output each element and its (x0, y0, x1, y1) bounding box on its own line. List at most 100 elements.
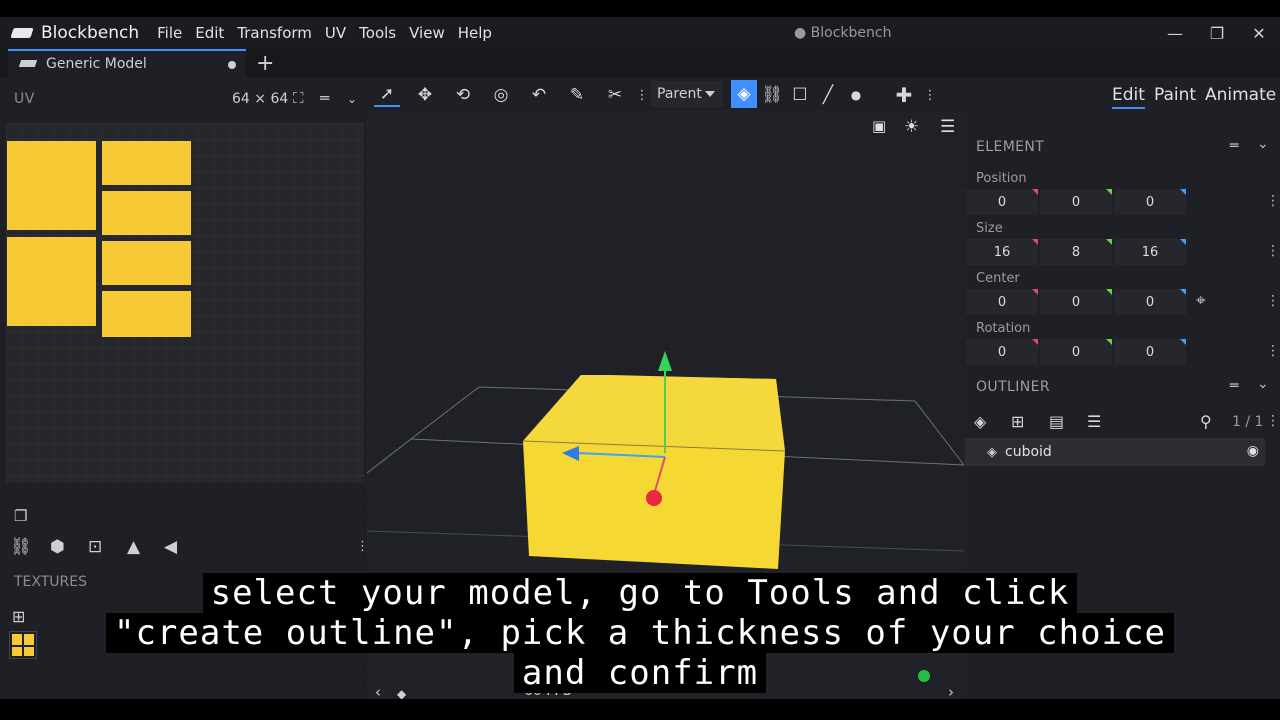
element-panel-title: ELEMENT (976, 139, 1045, 155)
brightness-icon[interactable]: ☀ (904, 117, 919, 137)
unsaved-dot-icon[interactable] (228, 61, 236, 69)
minimize-button[interactable]: — (1154, 17, 1196, 49)
copy-icon[interactable]: ❐ (14, 507, 27, 525)
search-icon[interactable]: ⚲ (1200, 412, 1212, 431)
uv-face[interactable] (102, 191, 191, 235)
move-tool-icon[interactable]: ➚ (374, 83, 400, 107)
position-z-value: 0 (1145, 194, 1155, 210)
auto-uv-icon[interactable]: ⬢ (50, 537, 65, 557)
mode-animate[interactable]: Animate (1205, 85, 1276, 105)
menu-help[interactable]: Help (454, 24, 501, 42)
panel-menu-icon[interactable]: ═ (320, 89, 329, 107)
fullscreen-icon[interactable]: ⛶ (293, 89, 304, 107)
more-icon[interactable]: ⋮ (1266, 293, 1280, 309)
collapse-icon[interactable]: ☰ (1087, 412, 1101, 431)
more-icon[interactable]: ⋮ (1266, 413, 1280, 429)
link-icon[interactable]: ⛓ (10, 537, 32, 557)
focus-center-icon[interactable]: ⌖ (1196, 291, 1206, 311)
mirror-x-icon[interactable]: ▲ (127, 537, 140, 557)
maximize-button[interactable]: ❐ (1196, 17, 1238, 49)
pivot-mode-select[interactable]: Parent (651, 81, 723, 107)
uv-face[interactable] (7, 237, 96, 326)
outliner-item[interactable]: ◈ cuboid ◉ (965, 438, 1265, 466)
outliner-panel-title: OUTLINER (976, 379, 1050, 395)
mode-switcher: Edit Paint Animate (965, 77, 1280, 111)
cut-icon[interactable]: ✂ (602, 83, 628, 107)
uv-face[interactable] (7, 141, 96, 230)
subtitle-line: select your model, go to Tools and click (202, 573, 1078, 613)
gem-icon[interactable]: ◈ (974, 412, 986, 431)
new-tab-button[interactable]: + (256, 49, 274, 77)
size-x-input[interactable]: 16 (966, 239, 1038, 265)
paint-brush-icon[interactable]: ✎ (564, 83, 590, 107)
center-x-input[interactable]: 0 (966, 289, 1038, 315)
face-select-icon[interactable]: ☐ (787, 83, 813, 107)
panel-menu-icon[interactable]: ═ (1230, 378, 1238, 394)
vertex-select-icon[interactable]: ● (843, 83, 869, 107)
size-z-input[interactable]: 16 (1114, 239, 1186, 265)
rotation-y-value: 0 (1071, 344, 1081, 360)
rotation-x-input[interactable]: 0 (966, 339, 1038, 365)
chevron-down-icon[interactable]: ⌄ (1257, 136, 1269, 152)
rotate-icon[interactable]: ⟲ (450, 83, 476, 107)
app-logo: Blockbench (12, 23, 139, 43)
more-icon[interactable]: ⋮ (1266, 343, 1280, 359)
mode-paint[interactable]: Paint (1154, 85, 1196, 105)
position-y-input[interactable]: 0 (1040, 189, 1112, 215)
size-x-value: 16 (993, 244, 1011, 260)
mirror-y-icon[interactable]: ◀ (164, 537, 177, 557)
gizmo-x-handle[interactable] (646, 490, 662, 506)
add-element-icon[interactable]: ✚ (891, 83, 917, 107)
size-y-input[interactable]: 8 (1040, 239, 1112, 265)
menu-edit[interactable]: Edit (191, 24, 233, 42)
more-icon[interactable]: ⋮ (1266, 243, 1280, 259)
edge-link-icon[interactable]: ⛓ (759, 83, 785, 107)
center-y-input[interactable]: 0 (1040, 289, 1112, 315)
cuboid-mesh[interactable] (522, 375, 786, 569)
main-menu: File Edit Transform UV Tools View Help (153, 24, 501, 42)
panel-menu-icon[interactable]: ═ (1230, 138, 1238, 154)
edge-select-icon[interactable]: ╱ (815, 83, 841, 107)
texture-size-label[interactable]: 64 × 64 (232, 91, 288, 107)
center-label: Center (976, 271, 1020, 286)
more-icon[interactable]: ⋮ (1266, 193, 1280, 209)
position-z-input[interactable]: 0 (1114, 189, 1186, 215)
uv-face[interactable] (102, 241, 191, 285)
menu-tools[interactable]: Tools (355, 24, 405, 42)
add-cube-icon[interactable]: ⊞ (1011, 412, 1024, 431)
vertex-snap-icon[interactable]: ↶ (526, 83, 552, 107)
tab-generic-model[interactable]: Generic Model (8, 49, 246, 77)
center-z-input[interactable]: 0 (1114, 289, 1186, 315)
window-controls: — ❐ ✕ (1154, 17, 1280, 49)
visibility-eye-icon[interactable]: ◉ (1247, 443, 1259, 459)
menu-icon[interactable]: ☰ (940, 117, 955, 137)
uv-grid-icon[interactable]: ⊡ (88, 537, 102, 557)
more-icon[interactable]: ⋮ (917, 83, 943, 107)
uv-editor-canvas[interactable] (6, 123, 364, 483)
add-group-icon[interactable]: ▤ (1049, 412, 1064, 431)
pivot-icon[interactable]: ◎ (488, 83, 514, 107)
image-icon[interactable]: ▣ (872, 117, 886, 135)
menu-file[interactable]: File (153, 24, 191, 42)
uv-face[interactable] (102, 141, 191, 185)
close-button[interactable]: ✕ (1238, 17, 1280, 49)
menu-view[interactable]: View (405, 24, 454, 42)
uv-face[interactable] (102, 291, 191, 337)
mode-edit[interactable]: Edit (1112, 85, 1145, 109)
menu-uv[interactable]: UV (321, 24, 355, 42)
object-select-icon[interactable]: ◈ (731, 80, 757, 108)
y-axis-marker (1106, 239, 1112, 245)
chevron-down-icon[interactable]: ⌄ (1257, 376, 1269, 392)
x-axis-marker (1032, 339, 1038, 345)
position-x-input[interactable]: 0 (966, 189, 1038, 215)
x-axis-marker (1032, 239, 1038, 245)
chevron-down-icon[interactable]: ⌄ (347, 92, 357, 106)
z-axis-marker (1180, 339, 1186, 345)
translate-icon[interactable]: ✥ (412, 83, 438, 107)
model-format-icon (18, 59, 38, 69)
rotation-y-input[interactable]: 0 (1040, 339, 1112, 365)
rotation-z-input[interactable]: 0 (1114, 339, 1186, 365)
video-subtitle: select your model, go to Tools and click… (0, 573, 1280, 693)
menu-transform[interactable]: Transform (233, 24, 321, 42)
z-axis-marker (1180, 289, 1186, 295)
